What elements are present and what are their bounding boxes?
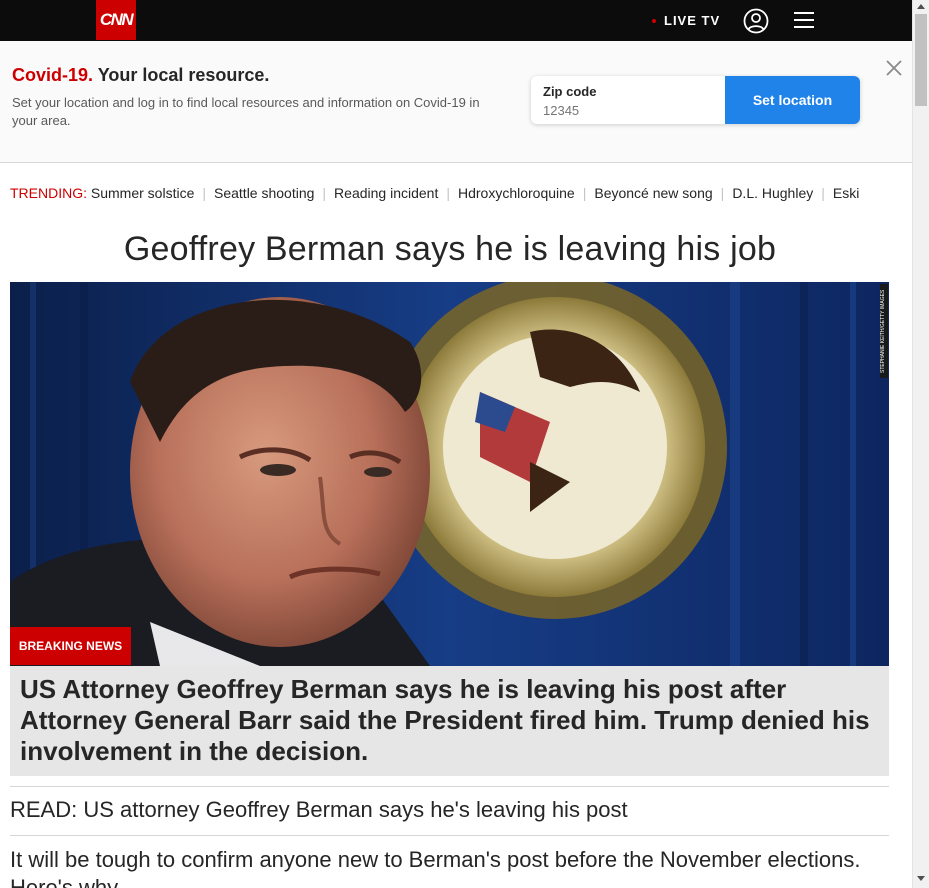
zip-label: Zip code [543,84,597,99]
covid-banner-title: Covid-19. Your local resource. [12,65,269,86]
hero-photo [10,282,889,666]
live-dot-icon [652,18,656,23]
divider [10,835,889,836]
page-headline[interactable]: Geoffrey Berman says he is leaving his j… [0,230,900,269]
trending-separator: | [202,185,206,201]
breaking-news-badge: BREAKING NEWS [10,627,131,665]
user-icon[interactable] [743,8,769,34]
page-scrollbar[interactable] [912,0,929,888]
image-credit: STEPHANIE KEITH/GETTY IMAGES [880,284,888,378]
trending-separator: | [720,185,725,201]
breaking-news-text[interactable]: US Attorney Geoffrey Berman says he is l… [20,674,880,767]
trending-item[interactable]: Summer solstice [91,185,194,201]
trending-separator: | [821,185,825,201]
top-nav: CNN LIVE TV [0,0,912,41]
covid-title-highlight: Covid-19. [12,65,94,85]
trending-item[interactable]: Hdroxychloroquine [458,185,575,201]
zip-input[interactable] [543,102,713,118]
trending-item[interactable]: Beyoncé new song [594,185,712,201]
set-location-button[interactable]: Set location [725,76,860,124]
zip-form: Zip code Set location [531,76,860,124]
related-link[interactable]: READ: US attorney Geoffrey Berman says h… [10,797,628,823]
scroll-down-arrow-icon[interactable] [917,876,925,881]
scrollbar-thumb[interactable] [915,14,927,106]
trending-separator: | [582,185,587,201]
close-icon[interactable] [885,59,903,77]
covid-banner: Covid-19. Your local resource. Set your … [0,41,912,163]
live-tv-label: LIVE TV [664,13,721,28]
trending-separator: | [446,185,450,201]
covid-banner-description: Set your location and log in to find loc… [12,95,480,128]
trending-separator: | [322,185,327,201]
menu-icon[interactable] [794,11,814,29]
trending-item[interactable]: Reading incident [334,185,438,201]
trending-item[interactable]: Eski [833,185,859,201]
covid-title-text: Your local resource. [93,65,270,85]
live-tv-link[interactable]: LIVE TV [652,12,720,29]
hero-image[interactable] [10,282,889,666]
trending-item[interactable]: D.L. Hughley [732,185,813,201]
scroll-up-arrow-icon[interactable] [917,4,925,9]
trending-bar: TRENDING: Summer solstice | Seattle shooti… [10,185,902,205]
related-link[interactable]: It will be tough to confirm anyone new t… [10,846,890,888]
trending-item[interactable]: Seattle shooting [214,185,314,201]
divider [10,786,889,787]
cnn-logo[interactable]: CNN [96,0,136,40]
trending-label: TRENDING: [10,185,87,201]
page: CNN LIVE TV Covid-19. Your local resourc… [0,0,929,888]
